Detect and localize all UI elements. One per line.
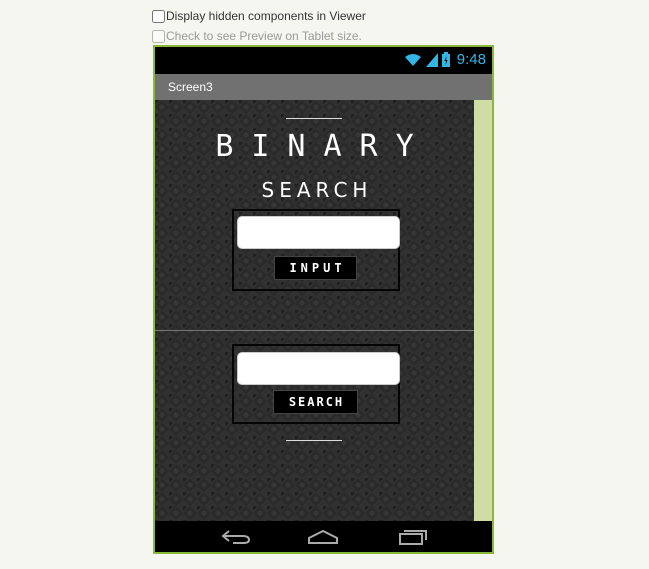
status-time: 9:48 — [456, 51, 486, 68]
tablet-preview-option[interactable]: Check to see Preview on Tablet size. — [152, 29, 362, 43]
tablet-preview-label: Check to see Preview on Tablet size. — [166, 29, 362, 43]
recents-button[interactable] — [393, 525, 433, 549]
display-hidden-label: Display hidden components in Viewer — [166, 9, 366, 23]
scrollbar[interactable] — [474, 100, 492, 521]
input-field[interactable] — [237, 216, 400, 249]
screen-title-bar: Screen3 — [155, 74, 492, 100]
input-panel: INPUT — [232, 209, 400, 291]
search-field[interactable] — [237, 352, 400, 385]
middle-divider — [155, 330, 474, 331]
battery-icon — [441, 52, 450, 67]
display-hidden-option[interactable]: Display hidden components in Viewer — [152, 9, 366, 23]
search-button[interactable]: SEARCH — [273, 390, 358, 414]
recents-icon — [399, 530, 427, 545]
phone-viewer: 9:48 Screen3 BINARY SEARCH INPUT SEARCH — [153, 45, 494, 554]
app-title-binary: BINARY — [215, 129, 432, 164]
top-divider — [286, 118, 342, 119]
input-button[interactable]: INPUT — [274, 256, 357, 280]
back-icon — [221, 530, 251, 544]
search-panel: SEARCH — [232, 344, 400, 424]
screen-title: Screen3 — [168, 80, 213, 94]
bottom-divider — [286, 440, 342, 441]
screen-content: BINARY SEARCH INPUT SEARCH — [155, 100, 474, 521]
app-title-search: SEARCH — [261, 178, 373, 202]
navigation-bar — [155, 521, 492, 552]
back-button[interactable] — [216, 525, 256, 549]
signal-icon — [425, 52, 438, 67]
display-hidden-checkbox[interactable] — [152, 9, 165, 23]
status-bar: 9:48 — [155, 47, 492, 74]
tablet-preview-checkbox[interactable] — [152, 29, 165, 43]
home-icon — [308, 529, 338, 544]
home-button[interactable] — [303, 525, 343, 549]
wifi-icon — [404, 53, 421, 66]
